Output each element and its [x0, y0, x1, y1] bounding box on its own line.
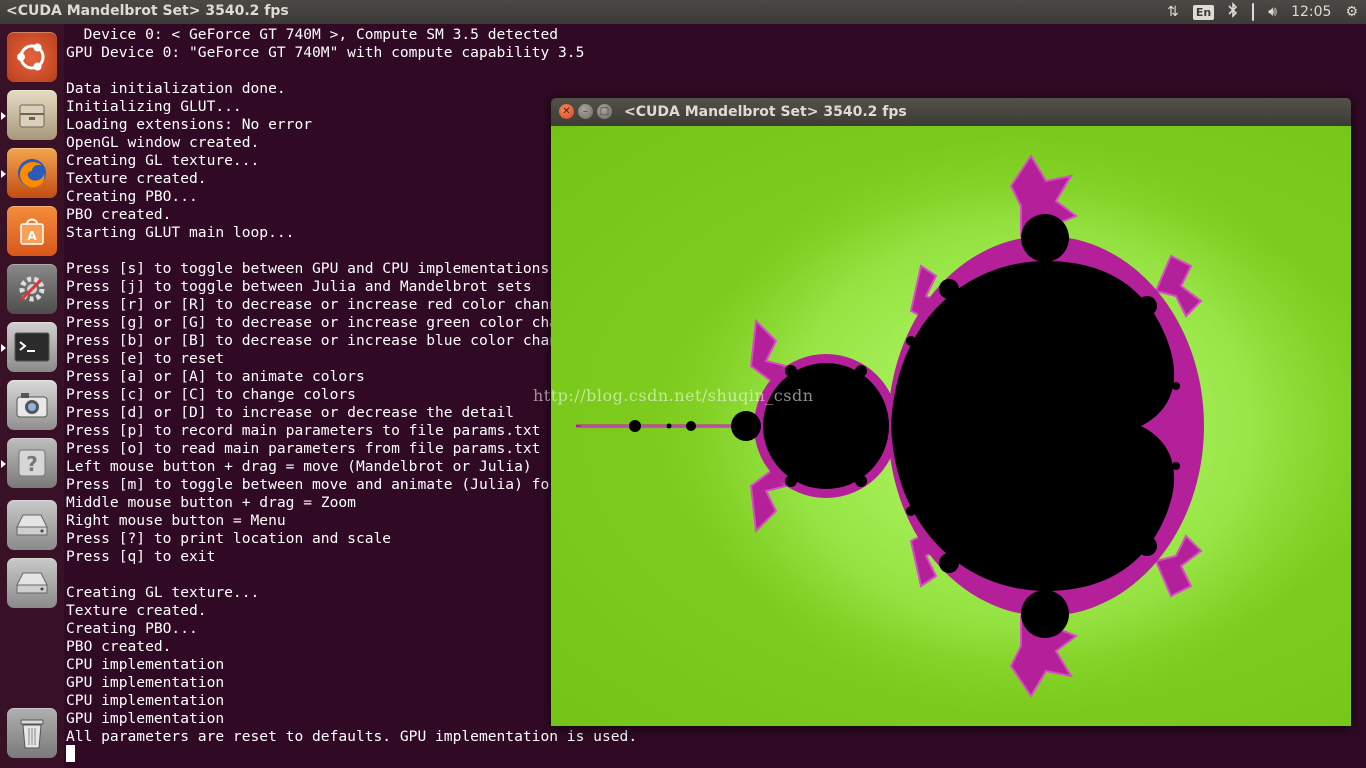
terminal-line: Press [b] or [B] to decrease or increase…: [66, 332, 585, 349]
drive-button-2[interactable]: [7, 558, 57, 608]
system-settings-button[interactable]: [7, 264, 57, 314]
terminal-button[interactable]: [7, 322, 57, 372]
close-button[interactable]: ✕: [559, 104, 574, 119]
volume-icon[interactable]: 🔊︎: [1268, 4, 1277, 20]
terminal-line: CPU implementation: [66, 656, 225, 673]
system-settings-icon: [19, 276, 45, 302]
indicator-tray: ⇅ En 🔊︎ 12:05 ⚙: [1167, 2, 1358, 22]
terminal-line: Press [e] to reset: [66, 350, 225, 367]
files-icon: [19, 104, 45, 128]
ubuntu-dash-icon: [17, 43, 45, 71]
launcher: A ?: [0, 24, 65, 768]
terminal-line: PBO created.: [66, 638, 172, 655]
terminal-line: GPU implementation: [66, 674, 225, 691]
terminal-line: GPU implementation: [66, 710, 225, 727]
terminal-line: Middle mouse button + drag = Zoom: [66, 494, 356, 511]
top-panel: <CUDA Mandelbrot Set> 3540.2 fps ⇅ En 🔊︎…: [0, 0, 1366, 24]
terminal-line: Press [m] to toggle between move and ani…: [66, 476, 611, 493]
firefox-button[interactable]: [7, 148, 57, 198]
window-titlebar[interactable]: ✕ – □ <CUDA Mandelbrot Set> 3540.2 fps: [551, 98, 1351, 126]
mandelbrot-window[interactable]: ✕ – □ <CUDA Mandelbrot Set> 3540.2 fps: [551, 98, 1351, 726]
watermark-text: http://blog.csdn.net/shuqin_csdn: [533, 386, 814, 405]
terminal-line: Starting GLUT main loop...: [66, 224, 295, 241]
maximize-button[interactable]: □: [597, 104, 612, 119]
software-center-icon: A: [20, 218, 44, 245]
unknown-app-button[interactable]: ?: [7, 438, 57, 488]
mandelbrot-render[interactable]: [551, 126, 1351, 726]
terminal-line: Press [a] or [A] to animate colors: [66, 368, 365, 385]
terminal-line: Press [p] to record main parameters to f…: [66, 422, 541, 439]
terminal-line: GPU Device 0: "GeForce GT 740M" with com…: [66, 44, 585, 61]
network-icon[interactable]: ⇅: [1167, 4, 1179, 20]
trash-button[interactable]: [7, 708, 57, 758]
terminal-line: Texture created.: [66, 170, 207, 187]
terminal-line: Press [s] to toggle between GPU and CPU …: [66, 260, 550, 277]
terminal-line: Press [j] to toggle between Julia and Ma…: [66, 278, 532, 295]
terminal-line: Initializing GLUT...: [66, 98, 242, 115]
terminal-line: Press [r] or [R] to decrease or increase…: [66, 296, 576, 313]
svg-text:?: ?: [26, 452, 38, 476]
terminal-line: Press [c] or [C] to change colors: [66, 386, 356, 403]
window-title: <CUDA Mandelbrot Set> 3540.2 fps: [624, 104, 907, 120]
terminal-icon: [14, 332, 50, 362]
question-mark-icon: ?: [18, 449, 46, 477]
terminal-line: Press [g] or [G] to decrease or increase…: [66, 314, 594, 331]
terminal-line: Right mouse button = Menu: [66, 512, 286, 529]
terminal-line: Press [d] or [D] to increase or decrease…: [66, 404, 515, 421]
terminal-line: Creating PBO...: [66, 620, 198, 637]
ubuntu-dash-button[interactable]: [7, 32, 57, 82]
svg-text:A: A: [27, 229, 37, 243]
terminal-line: All parameters are reset to defaults. GP…: [66, 728, 638, 745]
mandelbrot-fractal: [576, 136, 1351, 716]
firefox-icon: [18, 159, 46, 188]
files-button[interactable]: [7, 90, 57, 140]
terminal-line: OpenGL window created.: [66, 134, 260, 151]
active-window-title: <CUDA Mandelbrot Set> 3540.2 fps: [6, 3, 289, 19]
terminal-line: PBO created.: [66, 206, 172, 223]
terminal-line: Creating PBO...: [66, 188, 198, 205]
terminal-line: CPU implementation: [66, 692, 225, 709]
terminal-line: Creating GL texture...: [66, 584, 260, 601]
minimize-button[interactable]: –: [578, 104, 593, 119]
drive-button[interactable]: [7, 500, 57, 550]
terminal-cursor: [66, 745, 75, 762]
terminal-line: Press [q] to exit: [66, 548, 216, 565]
clock[interactable]: 12:05: [1291, 4, 1331, 20]
terminal-line: Device 0: < GeForce GT 740M >, Compute S…: [66, 26, 559, 43]
software-center-button[interactable]: A: [7, 206, 57, 256]
keyboard-layout-indicator[interactable]: En: [1192, 4, 1215, 20]
terminal-line: Texture created.: [66, 602, 207, 619]
terminal-line: Press [o] to read main parameters from f…: [66, 440, 541, 457]
terminal-line: Creating GL texture...: [66, 152, 260, 169]
terminal-line: Press [?] to print location and scale: [66, 530, 392, 547]
terminal-line: Left mouse button + drag = move (Mandelb…: [66, 458, 532, 475]
trash-icon: [20, 719, 44, 749]
camera-icon: [16, 393, 48, 418]
battery-icon[interactable]: [1252, 3, 1255, 21]
session-gear-icon[interactable]: ⚙: [1345, 4, 1358, 20]
terminal-line: Loading extensions: No error: [66, 116, 313, 133]
terminal-line: Data initialization done.: [66, 80, 286, 97]
shotwell-button[interactable]: [7, 380, 57, 430]
drive-icon: [16, 514, 48, 536]
bluetooth-icon[interactable]: [1228, 2, 1238, 22]
drive-icon-2: [16, 572, 48, 594]
